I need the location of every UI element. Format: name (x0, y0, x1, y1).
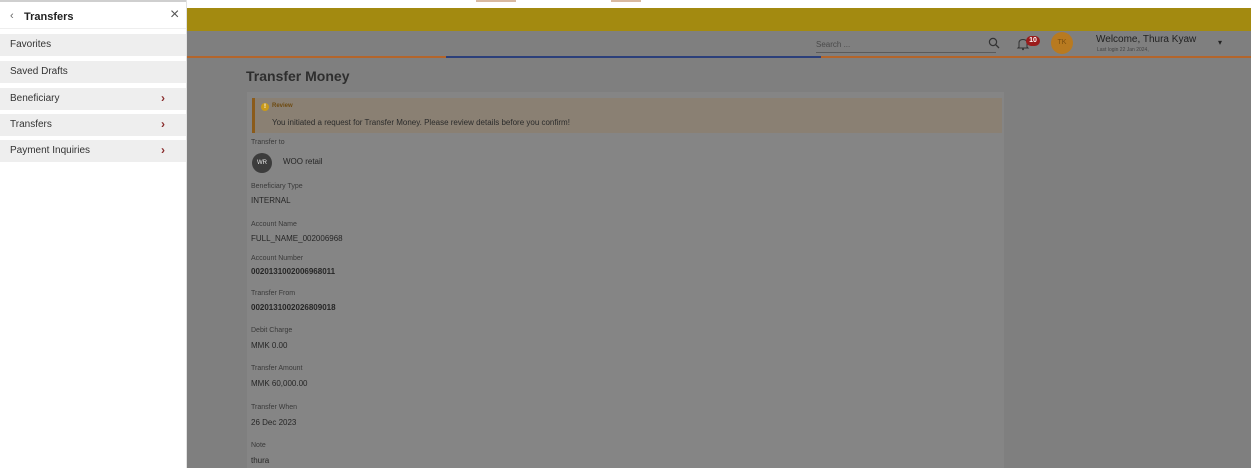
sidebar-item-label: Transfers (10, 119, 52, 130)
back-chevron-icon[interactable]: ‹ (10, 10, 14, 22)
sidebar-item-beneficiary[interactable]: Beneficiary › (0, 88, 186, 111)
chevron-right-icon: › (161, 91, 165, 105)
account-number-label: Account Number (251, 255, 304, 262)
beneficiary-type-label: Beneficiary Type (251, 183, 303, 190)
caret-down-icon[interactable]: ▾ (1218, 38, 1222, 47)
beneficiary-type-value: INTERNAL (251, 196, 291, 205)
sidebar-item-payment-inquiries[interactable]: Payment Inquiries › (0, 140, 186, 163)
transfer-amount-value: MMK 60,000.00 (251, 379, 308, 388)
note-value: thura (251, 456, 270, 465)
transfer-review-card: ! Review You initiated a request for Tra… (247, 92, 1004, 468)
debit-charge-value: MMK 0.00 (251, 341, 288, 350)
search-input[interactable] (816, 37, 996, 53)
top-strip-segment (476, 0, 516, 2)
sidebar-item-label: Saved Drafts (10, 66, 68, 77)
app-header: 10 TK Welcome, Thura Kyaw Last login 22 … (186, 31, 1251, 56)
sidebar-item-transfers[interactable]: Transfers › (0, 114, 186, 137)
header-accent-blue (446, 56, 821, 58)
sidebar-item-label: Payment Inquiries (10, 145, 91, 156)
debit-charge-label: Debit Charge (251, 327, 293, 334)
transfer-from-value: 0020131002026809018 (251, 303, 336, 312)
transfer-amount-label: Transfer Amount (251, 365, 303, 372)
sidebar-header: ‹ Transfers × (0, 6, 186, 29)
sidebar-item-label: Favorites (10, 39, 52, 50)
account-name-label: Account Name (251, 221, 297, 228)
top-strip-segment (611, 0, 641, 2)
chevron-right-icon: › (161, 143, 165, 157)
transfer-to-label: Transfer to (251, 139, 285, 146)
beneficiary-name: WOO retail (283, 157, 323, 166)
avatar[interactable]: TK (1051, 32, 1073, 54)
search-icon[interactable] (988, 37, 1000, 49)
review-title: Review (272, 103, 293, 109)
sidebar-title: Transfers (24, 11, 74, 23)
transfer-from-label: Transfer From (251, 290, 296, 297)
review-alert: ! Review You initiated a request for Tra… (252, 98, 1002, 133)
page-title: Transfer Money (246, 68, 350, 84)
note-label: Note (251, 442, 266, 449)
sidebar: ‹ Transfers × Favorites Saved Drafts Ben… (0, 0, 187, 468)
notification-badge: 10 (1026, 36, 1040, 46)
beneficiary-avatar: WR (252, 153, 272, 173)
sidebar-item-saved-drafts[interactable]: Saved Drafts (0, 61, 186, 84)
account-name-value: FULL_NAME_002006968 (251, 234, 343, 243)
sidebar-top-line (0, 0, 186, 2)
transfer-when-label: Transfer When (251, 404, 298, 411)
transfer-when-value: 26 Dec 2023 (251, 418, 297, 427)
welcome-text: Welcome, Thura Kyaw (1096, 34, 1197, 45)
account-number-value: 0020131002006968011 (251, 267, 336, 276)
sidebar-item-favorites[interactable]: Favorites (0, 34, 186, 57)
main-content: 10 TK Welcome, Thura Kyaw Last login 22 … (186, 0, 1251, 468)
review-message: You initiated a request for Transfer Mon… (272, 118, 570, 127)
last-login-text: Last login 22 Jan 2024, (1097, 47, 1149, 53)
header-accent-line (186, 56, 1251, 58)
close-icon[interactable]: × (170, 7, 179, 23)
chevron-right-icon: › (161, 117, 165, 131)
sidebar-item-label: Beneficiary (10, 93, 60, 104)
brand-bar (186, 8, 1251, 31)
info-icon: ! (261, 103, 269, 111)
top-strip (186, 0, 1251, 8)
